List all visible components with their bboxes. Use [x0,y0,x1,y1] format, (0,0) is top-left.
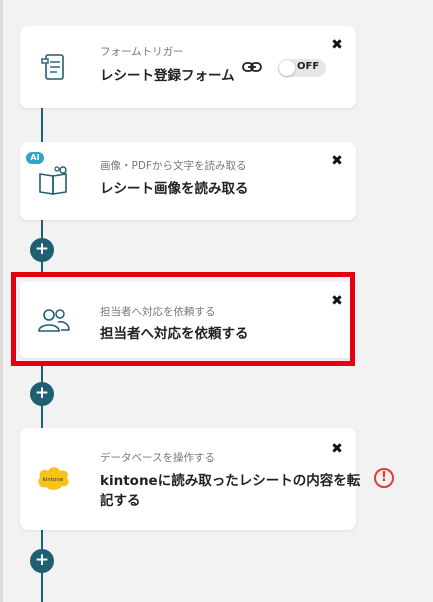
step-card-form-trigger[interactable]: フォームトリガー レシート登録フォーム OFF ✖ [20,26,356,108]
step-category: フォームトリガー [100,46,184,58]
step-category: 画像・PDFから文字を読み取る [100,160,247,172]
step-title-line1: kintoneに読み取ったレシートの内容を転 [100,473,361,489]
trigger-toggle[interactable]: OFF [278,59,326,77]
highlight-frame [11,272,355,366]
ocr-book-icon [36,164,72,200]
left-edge-divider [0,0,3,602]
add-step-button[interactable]: + [30,238,54,262]
close-icon[interactable]: ✖ [330,442,344,456]
ai-badge: AI [26,152,44,164]
step-title: レシート登録フォーム [100,68,235,84]
kintone-logo-text: kintone [43,477,64,483]
step-title-line2: 記する [100,493,141,509]
add-step-button[interactable]: + [30,382,54,406]
warning-icon[interactable]: ! [374,468,394,488]
step-category: データベースを操作する [100,452,215,464]
add-step-button[interactable]: + [30,549,54,573]
flow-connector [41,108,43,142]
step-title: レシート画像を読み取る [100,181,249,197]
close-icon[interactable]: ✖ [330,154,344,168]
toggle-knob [279,60,295,76]
step-card-database[interactable]: kintone データベースを操作する kintoneに読み取ったレシートの内容… [20,428,360,530]
step-card-ocr[interactable]: 画像・PDFから文字を読み取る レシート画像を読み取る ✖ [20,142,356,220]
toggle-label: OFF [297,61,320,72]
kintone-icon: kintone [34,461,72,497]
form-icon [36,49,72,85]
close-icon[interactable]: ✖ [330,38,344,52]
link-icon[interactable] [241,59,263,75]
